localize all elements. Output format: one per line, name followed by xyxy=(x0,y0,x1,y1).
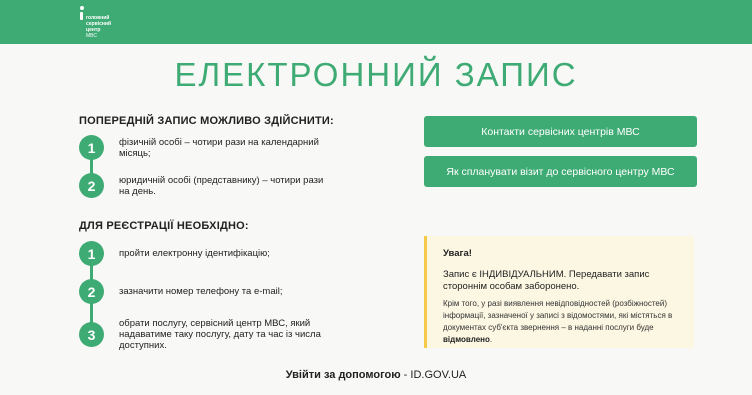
list-item: 2 юридичній особі (представнику) – чотир… xyxy=(79,173,334,198)
registration-list: 1 пройти електронну ідентифікацію; 2 заз… xyxy=(79,241,349,351)
list-item-text: фізичній особі – чотири рази на календар… xyxy=(119,136,319,159)
booking-list: 1 фізичній особі – чотири рази на календ… xyxy=(79,135,349,199)
logo-line: МВС xyxy=(86,33,97,39)
list-item-text: зазначити номер телефону та e-mail; xyxy=(119,286,283,297)
list-item-text: юридичній особі (представнику) – чотири … xyxy=(119,174,324,197)
step-number-badge: 1 xyxy=(79,241,104,266)
booking-section-title: ПОПЕРЕДНІЙ ЗАПИС МОЖЛИВО ЗДІЙСНИТИ: xyxy=(79,115,334,127)
list-item: 2 зазначити номер телефону та e-mail; xyxy=(79,279,334,304)
plan-visit-button[interactable]: Як спланувати візит до сервісного центру… xyxy=(424,156,697,187)
list-item: 1 пройти електронну ідентифікацію; xyxy=(79,241,334,266)
login-label: Увійти за допомогою xyxy=(285,369,401,381)
page-title: ЕЛЕКТРОННИЙ ЗАПИС xyxy=(174,56,578,93)
logo-mark-icon xyxy=(79,5,84,39)
contacts-button[interactable]: Контакти сервісних центрів МВС xyxy=(424,116,697,147)
list-item: 1 фізичній особі – чотири рази на календ… xyxy=(79,135,334,160)
step-number-badge: 1 xyxy=(79,135,104,160)
idgov-login-link[interactable]: Увійти за допомогою - ID.GOV.UA xyxy=(0,369,752,381)
notice-detail-end: . xyxy=(489,335,493,344)
login-separator: - xyxy=(400,369,411,381)
notice-title: Увага! xyxy=(443,248,472,259)
notice-main-text: Запис є ІНДИВІДУАЛЬНИМ. Передавати запис… xyxy=(443,269,650,292)
logo-text: головний сервісний центр МВС xyxy=(86,5,126,39)
registration-section-title: ДЛЯ РЕЄСТРАЦІЇ НЕОБХІДНО: xyxy=(79,220,249,232)
notice-detail-text: Крім того, у разі виявлення невідповідно… xyxy=(443,299,673,332)
step-number-badge: 3 xyxy=(79,322,104,347)
mvs-logo[interactable]: головний сервісний центр МВС xyxy=(79,5,126,39)
step-number-badge: 2 xyxy=(79,279,104,304)
list-item-text: обрати послугу, сервісний центр МВС, яки… xyxy=(119,318,321,351)
step-number-badge: 2 xyxy=(79,173,104,198)
warning-notice: Увага! Запис є ІНДИВІДУАЛЬНИМ. Передават… xyxy=(424,236,694,348)
idgov-text: ID.GOV.UA xyxy=(410,369,467,381)
list-item: 3 обрати послугу, сервісний центр МВС, я… xyxy=(79,318,334,351)
notice-detail: Крім того, у разі виявлення невідповідно… xyxy=(443,298,684,346)
header-bar: головний сервісний центр МВС xyxy=(0,0,752,44)
list-item-text: пройти електронну ідентифікацію; xyxy=(119,248,270,259)
notice-detail-emphasis: відмовлено xyxy=(443,335,490,344)
